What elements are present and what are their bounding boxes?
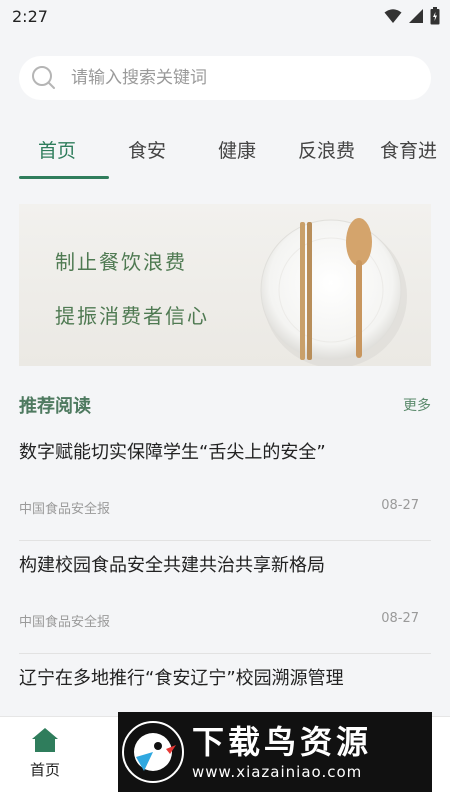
promo-banner[interactable]: 制止餐饮浪费 提振消费者信心 [19, 204, 431, 366]
status-icons [384, 7, 440, 25]
bird-logo-icon [122, 721, 184, 783]
tab-food-safety[interactable]: 食安 [128, 136, 166, 163]
tab-food-education[interactable]: 食育进 [380, 136, 437, 163]
tab-anti-waste[interactable]: 反浪费 [298, 136, 355, 163]
article-title: 构建校园食品安全共建共治共享新格局 [19, 555, 325, 576]
article-meta: 中国食品安全报 08-27 [19, 498, 419, 517]
tab-active-indicator [19, 176, 109, 179]
battery-icon [430, 7, 440, 25]
section-title: 推荐阅读 [19, 396, 91, 417]
watermark: 下载鸟资源 www.xiazainiao.com [118, 712, 432, 792]
category-tabs: 首页 食安 健康 反浪费 食育进 [0, 128, 450, 180]
status-time: 2:27 [12, 6, 48, 26]
recommended-header: 推荐阅读 更多 [19, 390, 431, 420]
search-bar[interactable] [19, 56, 431, 100]
article-meta: 中国食品安全报 08-27 [19, 611, 419, 630]
article-title: 数字赋能切实保障学生“舌尖上的安全” [19, 442, 326, 463]
article-date: 08-27 [381, 498, 419, 513]
article-source: 中国食品安全报 [19, 502, 111, 517]
nav-home-label: 首页 [29, 761, 60, 779]
divider [19, 653, 431, 654]
banner-line-1: 制止餐饮浪费 [55, 250, 187, 274]
watermark-text: 下载鸟资源 www.xiazainiao.com [192, 723, 372, 781]
home-icon [32, 728, 58, 752]
nav-home[interactable]: 首页 [20, 727, 70, 780]
divider [19, 540, 431, 541]
search-icon [32, 66, 55, 89]
tab-health[interactable]: 健康 [218, 136, 256, 163]
article-date: 08-27 [381, 611, 419, 626]
cellular-signal-icon [409, 9, 423, 23]
wifi-icon [384, 9, 402, 23]
plate-chopsticks-spoon-illustration [260, 218, 407, 366]
watermark-url: www.xiazainiao.com [192, 763, 363, 781]
search-input[interactable] [71, 68, 391, 88]
article-item[interactable]: 构建校园食品安全共建共治共享新格局 中国食品安全报 08-27 [19, 553, 431, 630]
status-bar: 2:27 [0, 0, 450, 32]
article-title: 辽宁在多地推行“食安辽宁”校园溯源管理 [19, 668, 344, 689]
article-item[interactable]: 数字赋能切实保障学生“舌尖上的安全” 中国食品安全报 08-27 [19, 440, 431, 517]
more-link[interactable]: 更多 [403, 395, 431, 415]
banner-line-2: 提振消费者信心 [55, 304, 209, 328]
watermark-brand: 下载鸟资源 [192, 723, 373, 761]
article-item[interactable]: 辽宁在多地推行“食安辽宁”校园溯源管理 [19, 666, 431, 692]
tab-home[interactable]: 首页 [38, 136, 76, 163]
article-source: 中国食品安全报 [19, 615, 111, 630]
